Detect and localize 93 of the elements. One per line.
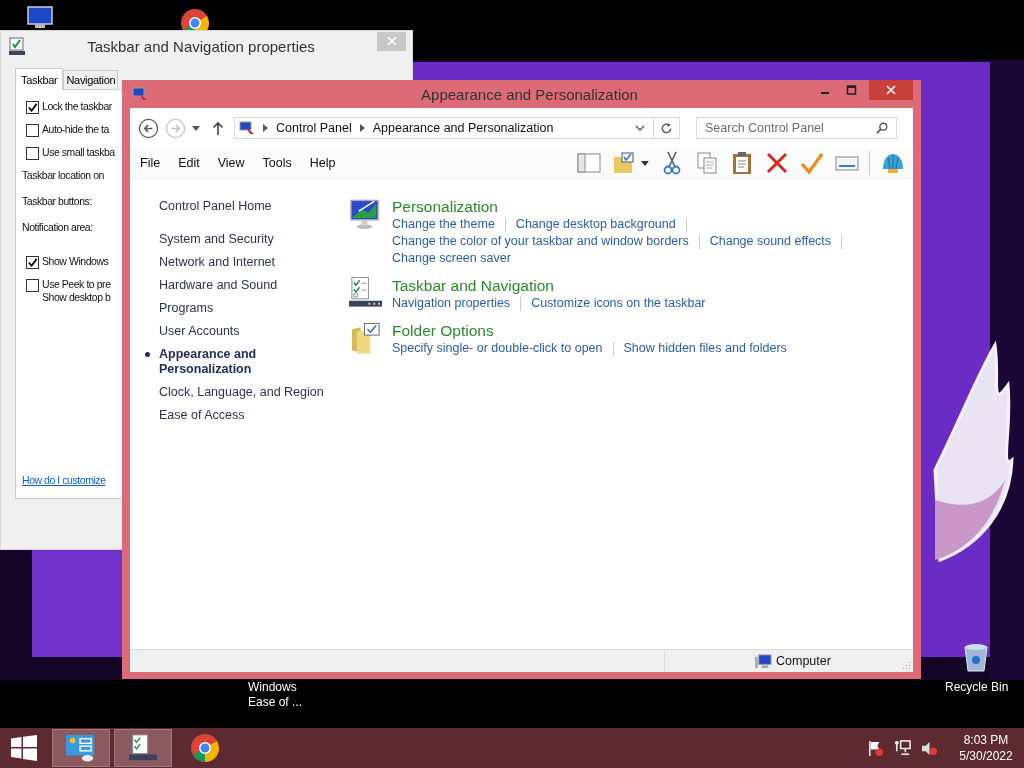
- task-link[interactable]: Change screen saver: [392, 250, 511, 267]
- clipboard-icon[interactable]: [730, 151, 754, 175]
- flag-icon[interactable]: [867, 739, 884, 757]
- search-field[interactable]: Search Control Panel: [696, 117, 897, 139]
- search-icon: [876, 122, 888, 134]
- checkbox[interactable]: [26, 279, 39, 292]
- checkbox-label[interactable]: Lock the taskbar: [42, 100, 112, 113]
- window-title: Appearance and Personalization: [420, 85, 639, 103]
- minimize-icon: [820, 92, 829, 94]
- clock-date: 5/30/2022: [959, 748, 1013, 764]
- checkbox-label[interactable]: Auto-hide the ta: [42, 123, 109, 136]
- nav-link[interactable]: System and Security: [159, 230, 329, 249]
- network-icon[interactable]: [894, 739, 911, 757]
- checkmark-icon[interactable]: [800, 151, 824, 175]
- help-link[interactable]: How do I customize: [22, 474, 106, 486]
- nav-link[interactable]: User Accounts: [159, 322, 329, 341]
- category-title[interactable]: Personalization: [392, 197, 498, 216]
- caret-icon[interactable]: [641, 160, 649, 166]
- windows-logo-icon: [11, 735, 37, 761]
- checkbox[interactable]: [26, 124, 39, 137]
- checkbox[interactable]: [26, 147, 39, 160]
- breadcrumb[interactable]: Control Panel: [276, 121, 352, 135]
- task-link[interactable]: Specify single- or double-click to open: [392, 340, 603, 357]
- control-panel-icon: [239, 120, 255, 136]
- tab[interactable]: Navigation: [63, 70, 119, 89]
- setting-label: Notification area:: [22, 221, 93, 234]
- chrome-icon: [190, 733, 220, 763]
- clock-time: 8:03 PM: [963, 732, 1009, 748]
- checklist-icon: [349, 276, 382, 310]
- nav-link[interactable]: Programs: [159, 299, 329, 318]
- monitor-icon: [349, 197, 382, 231]
- close-button[interactable]: [869, 80, 913, 100]
- control-panel-icon: [132, 86, 148, 102]
- nav-link[interactable]: Clock, Language, and Region: [159, 383, 329, 402]
- shortcut-label[interactable]: Recycle Bin: [945, 680, 1009, 695]
- menu-item[interactable]: Edit: [172, 153, 206, 173]
- caret-icon[interactable]: [192, 125, 200, 131]
- task-link[interactable]: Change the color of your taskbar and window borders: [392, 233, 689, 250]
- shell-icon[interactable]: [881, 151, 905, 175]
- up-arrow-icon[interactable]: [212, 121, 224, 135]
- setting-label: Taskbar buttons:: [22, 195, 92, 208]
- checkbox-label[interactable]: Use Peek to pre Show desktop b: [42, 278, 111, 304]
- chevron-icon[interactable]: [263, 124, 268, 132]
- task-link[interactable]: Navigation properties: [392, 295, 511, 312]
- menu-item[interactable]: Tools: [256, 153, 298, 173]
- maximize-icon: [846, 85, 857, 95]
- window-title: Taskbar and Navigation properties: [86, 37, 316, 55]
- checkbox[interactable]: [26, 256, 39, 269]
- bullet-icon: [145, 352, 150, 357]
- clock[interactable]: 8:03 PM 5/30/2022: [948, 732, 1024, 764]
- control-panel-icon: [65, 734, 97, 762]
- checkbox-label[interactable]: Show Windows: [42, 255, 109, 268]
- computer-icon: [755, 653, 772, 669]
- folder-icon: [349, 321, 382, 355]
- task-link[interactable]: Customize icons on the taskbar: [531, 295, 706, 312]
- status-text: Computer: [776, 654, 831, 668]
- nav-link[interactable]: Appearance and Personalization: [159, 345, 269, 379]
- category-title[interactable]: Folder Options: [392, 321, 494, 340]
- breadcrumb[interactable]: Appearance and Personalization: [372, 121, 554, 135]
- task-link[interactable]: Show hidden files and folders: [623, 340, 787, 357]
- task-link[interactable]: Change desktop background: [515, 216, 676, 233]
- address-bar[interactable]: Control Panel Appearance and Personalization: [234, 117, 680, 139]
- menu-item[interactable]: View: [211, 153, 251, 173]
- refresh-icon: [660, 121, 673, 135]
- task-link[interactable]: Change sound effects: [709, 233, 832, 250]
- nav-link[interactable]: Ease of Access: [159, 406, 329, 425]
- folder-icon[interactable]: [612, 151, 636, 175]
- nav-link[interactable]: Control Panel Home: [159, 197, 329, 216]
- taskbar-button[interactable]: [52, 729, 110, 767]
- chevron-down-icon[interactable]: [635, 125, 645, 131]
- task-link[interactable]: Change the theme: [392, 216, 495, 233]
- recycle-bin-icon[interactable]: [962, 642, 990, 672]
- checklist-icon: [127, 734, 159, 762]
- nav-link[interactable]: Network and Internet: [159, 253, 329, 272]
- back-button[interactable]: [138, 117, 159, 139]
- close-icon: [386, 36, 397, 46]
- category-title[interactable]: Taskbar and Navigation: [392, 276, 554, 295]
- checkbox[interactable]: [26, 101, 39, 114]
- menu-item[interactable]: File: [134, 153, 167, 173]
- close-icon: [886, 85, 896, 95]
- setting-label: Taskbar location on: [22, 169, 104, 182]
- resize-grip-icon[interactable]: [902, 660, 911, 670]
- checklist-icon: [9, 37, 25, 55]
- taskbar-button[interactable]: [114, 729, 172, 767]
- nav-link[interactable]: Hardware and Sound: [159, 276, 329, 295]
- shortcut-label[interactable]: Windows Ease of ...: [248, 680, 304, 710]
- menu-item[interactable]: Help: [303, 153, 342, 173]
- tab[interactable]: Taskbar: [15, 68, 64, 90]
- chevron-icon[interactable]: [359, 124, 365, 132]
- speaker-muted-icon[interactable]: [921, 739, 938, 757]
- cross-icon[interactable]: [765, 151, 789, 175]
- checkbox-label[interactable]: Use small taskba: [42, 146, 115, 159]
- computer-icon[interactable]: [25, 6, 55, 30]
